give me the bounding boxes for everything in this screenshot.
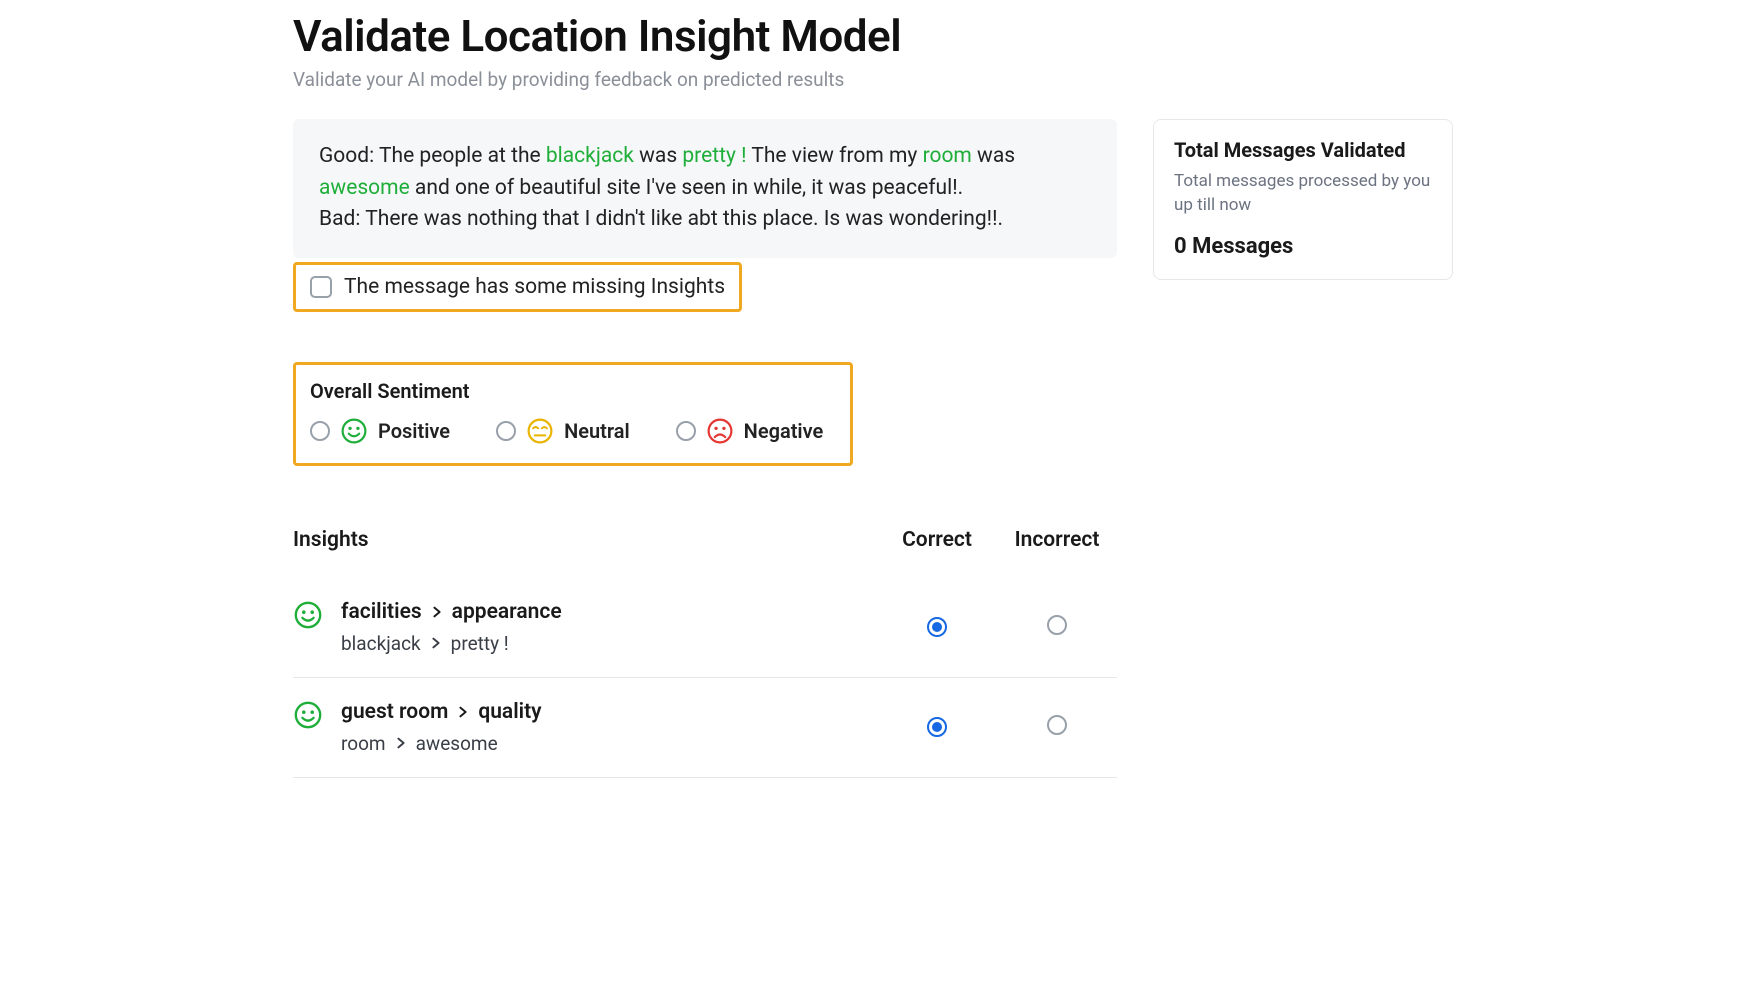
good-label: Good: — [319, 144, 374, 168]
chevron-right-icon — [430, 605, 444, 619]
missing-insights-label: The message has some missing Insights — [344, 275, 725, 299]
insight-radio-correct[interactable] — [927, 617, 947, 637]
total-validated-card: Total Messages Validated Total messages … — [1153, 119, 1453, 280]
chevron-right-icon — [394, 736, 408, 750]
bad-text: There was nothing that I didn't like abt… — [360, 207, 1003, 231]
insight-terms: blackjackpretty ! — [341, 632, 562, 655]
message-good: Good: The people at the blackjack was pr… — [319, 141, 1091, 204]
insight-radio-incorrect[interactable] — [1047, 715, 1067, 735]
total-validated-value: 0 Messages — [1174, 234, 1432, 259]
insight-terms: roomawesome — [341, 732, 542, 755]
total-validated-subtitle: Total messages processed by you up till … — [1174, 170, 1432, 218]
message-bad: Bad: There was nothing that I didn't lik… — [319, 204, 1091, 236]
sentiment-label: Neutral — [564, 419, 630, 443]
meh-icon — [526, 417, 554, 445]
smile-icon — [340, 417, 368, 445]
insights-header: Insights Correct Incorrect — [293, 528, 1117, 552]
smile-icon — [293, 600, 323, 630]
missing-insights-checkbox[interactable] — [310, 276, 332, 298]
insights-title: Insights — [293, 528, 877, 552]
overall-sentiment-title: Overall Sentiment — [310, 379, 836, 403]
page-subtitle: Validate your AI model by providing feed… — [293, 68, 1453, 91]
col-correct-header: Correct — [877, 528, 997, 552]
message-box: Good: The people at the blackjack was pr… — [293, 119, 1117, 258]
insight-category: facilitiesappearance — [341, 600, 562, 624]
insight-row: guest roomquality roomawesome — [293, 678, 1117, 778]
insight-radio-correct[interactable] — [927, 717, 947, 737]
sentiment-radio-neutral[interactable] — [496, 421, 516, 441]
sentiment-radio-positive[interactable] — [310, 421, 330, 441]
missing-insights-box: The message has some missing Insights — [293, 262, 742, 312]
sentiment-label: Negative — [744, 419, 824, 443]
page-title: Validate Location Insight Model — [293, 10, 1453, 62]
bad-label: Bad: — [319, 207, 360, 231]
highlight-term: room — [923, 144, 972, 168]
total-validated-title: Total Messages Validated — [1174, 138, 1432, 162]
highlight-term: pretty ! — [682, 144, 746, 168]
frown-icon — [706, 417, 734, 445]
highlight-term: awesome — [319, 176, 410, 200]
overall-sentiment-options: Positive Neutral Negative — [310, 417, 836, 445]
chevron-right-icon — [456, 705, 470, 719]
insight-row: facilitiesappearance blackjackpretty ! — [293, 578, 1117, 678]
col-incorrect-header: Incorrect — [997, 528, 1117, 552]
sentiment-option-neutral[interactable]: Neutral — [496, 417, 630, 445]
insight-radio-incorrect[interactable] — [1047, 615, 1067, 635]
chevron-right-icon — [429, 636, 443, 650]
sentiment-option-positive[interactable]: Positive — [310, 417, 450, 445]
smile-icon — [293, 700, 323, 730]
sentiment-label: Positive — [378, 419, 450, 443]
sentiment-radio-negative[interactable] — [676, 421, 696, 441]
sentiment-option-negative[interactable]: Negative — [676, 417, 824, 445]
insight-category: guest roomquality — [341, 700, 542, 724]
missing-insights-checkbox-row[interactable]: The message has some missing Insights — [310, 275, 725, 299]
highlight-term: blackjack — [546, 144, 634, 168]
overall-sentiment-box: Overall Sentiment Positive Neutral Negativ… — [293, 362, 853, 466]
